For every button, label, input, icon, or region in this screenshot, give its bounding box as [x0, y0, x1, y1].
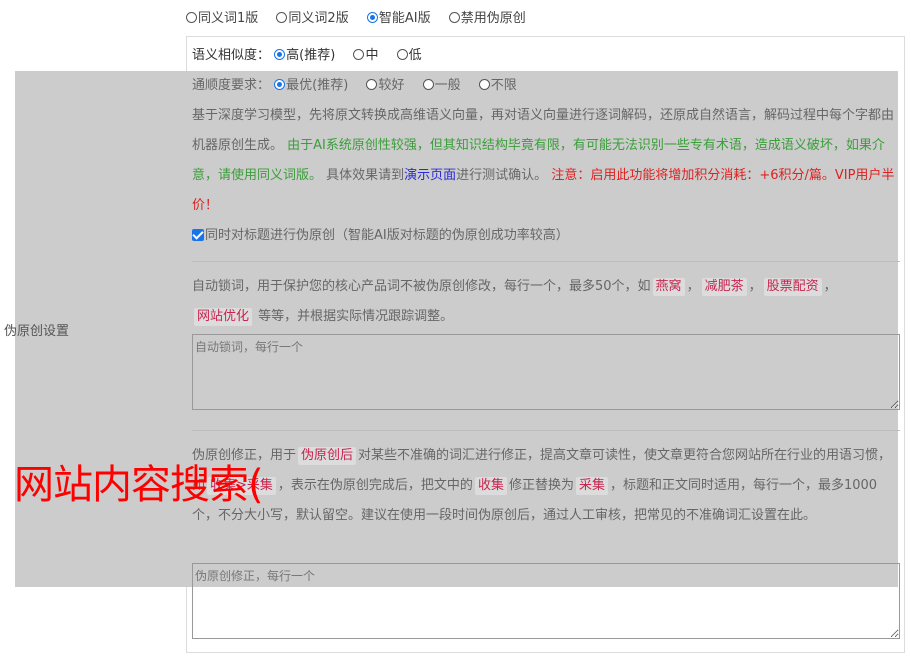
title-rewrite-checkbox[interactable]: 同时对标题进行伪原创（智能AI版对标题的伪原创成功率较高） [192, 226, 569, 246]
radio-circle-icon[interactable] [448, 12, 460, 23]
fluency-row: 通顺度要求： 最优(推荐) 较好 一般 不限 [192, 76, 531, 96]
section-label: 伪原创设置 [4, 324, 70, 339]
radio-fluency-normal[interactable]: 一般 [422, 76, 461, 96]
lock-word-example: 燕窝 [652, 278, 685, 296]
radio-ai-version[interactable]: 智能AI版 [366, 9, 431, 29]
similarity-row: 语义相似度： 高(推荐) 中 低 [192, 46, 436, 66]
divider [192, 261, 900, 262]
radio-synonym-v1[interactable]: 同义词1版 [186, 9, 258, 29]
radio-circle-icon[interactable] [422, 79, 434, 90]
ai-description: 基于深度学习模型，先将原文转换成高维语义向量，再对语义向量进行逐词解码，还原成自… [192, 108, 895, 213]
radio-similarity-medium[interactable]: 中 [353, 46, 378, 66]
radio-synonym-v2[interactable]: 同义词2版 [276, 9, 349, 29]
correction-description: 伪原创修正，用于 伪原创后 对某些不准确的词汇进行修正，提高文章可读性，使文章更符合… [192, 447, 892, 523]
radio-checked-icon[interactable] [274, 79, 286, 90]
code-tag: 收集 [474, 477, 507, 495]
radio-fluency-unlimited[interactable]: 不限 [478, 76, 517, 96]
radio-circle-icon[interactable] [186, 12, 197, 23]
checkbox-checked-icon[interactable] [192, 229, 204, 241]
demo-page-link[interactable]: 演示页面 [404, 168, 456, 183]
divider [192, 430, 900, 431]
lock-word-example: 网站优化 [194, 308, 253, 326]
radio-fluency-best[interactable]: 最优(推荐) [274, 76, 348, 96]
lock-words-description: 自动锁词，用于保护您的核心产品词不被伪原创修改，每行一个，最多50个，如 燕窝，减… [192, 278, 837, 326]
radio-circle-icon[interactable] [478, 79, 490, 90]
correction-textarea[interactable] [192, 563, 900, 639]
radio-checked-icon[interactable] [366, 12, 378, 23]
radio-circle-icon[interactable] [366, 79, 378, 90]
radio-disable[interactable]: 禁用伪原创 [448, 9, 526, 29]
similarity-label: 语义相似度： [192, 48, 271, 63]
code-tag: 伪原创后 [298, 447, 357, 465]
code-tag: 采集 [575, 477, 608, 495]
lock-word-example: 股票配资 [763, 278, 822, 296]
radio-checked-icon[interactable] [274, 49, 286, 60]
radio-similarity-low[interactable]: 低 [396, 46, 422, 66]
version-radio-group: 同义词1版 同义词2版 智能AI版 禁用伪原创 [186, 9, 540, 29]
lock-word-example: 减肥茶 [701, 278, 747, 296]
radio-circle-icon[interactable] [396, 49, 408, 60]
radio-fluency-good[interactable]: 较好 [366, 76, 404, 96]
overlay-caption: 网站内容搜索( [14, 462, 264, 508]
lock-words-textarea[interactable] [192, 334, 900, 410]
radio-circle-icon[interactable] [276, 12, 288, 23]
fluency-label: 通顺度要求： [192, 78, 271, 93]
radio-similarity-high[interactable]: 高(推荐) [274, 46, 335, 66]
radio-circle-icon[interactable] [353, 49, 365, 60]
